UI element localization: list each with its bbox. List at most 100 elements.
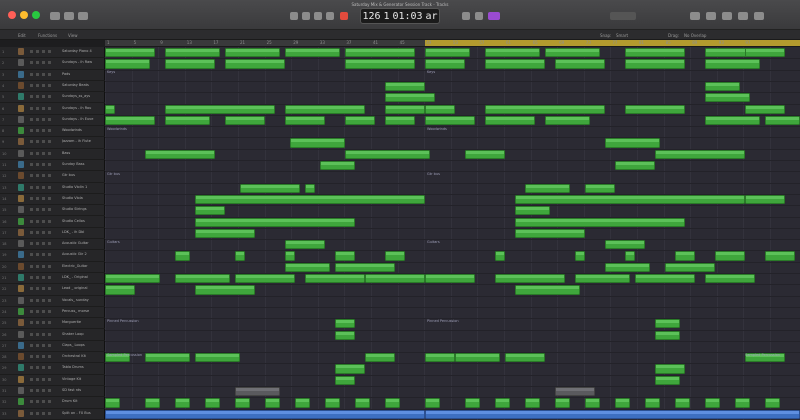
solo-button[interactable] — [36, 264, 39, 268]
record-enable-button[interactable] — [42, 95, 45, 99]
record-enable-button[interactable] — [42, 50, 45, 53]
snap-dropdown[interactable]: Smart — [616, 33, 628, 38]
region[interactable] — [465, 398, 480, 408]
mute-button[interactable] — [30, 411, 33, 415]
solo-button[interactable] — [36, 50, 39, 53]
region[interactable] — [175, 274, 230, 284]
region[interactable] — [285, 48, 340, 58]
record-enable-button[interactable] — [42, 377, 45, 381]
track-header[interactable]: 5 Sundays_ss_ays — [0, 92, 105, 104]
region[interactable] — [385, 251, 405, 261]
record-button[interactable] — [340, 12, 348, 20]
region[interactable] — [765, 251, 795, 261]
region[interactable] — [165, 48, 220, 58]
region[interactable] — [655, 149, 745, 159]
mute-button[interactable] — [30, 366, 33, 370]
track-header[interactable]: 3 Pads — [0, 70, 105, 81]
record-enable-button[interactable] — [42, 185, 45, 189]
region[interactable] — [325, 398, 340, 408]
mute-button[interactable] — [30, 129, 33, 133]
list-editors-icon[interactable] — [706, 12, 716, 20]
region[interactable] — [495, 398, 510, 408]
solo-button[interactable] — [36, 208, 39, 212]
lcd-display[interactable]: 126 1 01:03 ar — [360, 8, 440, 24]
region[interactable] — [320, 161, 355, 171]
track-header[interactable]: 18 Acoustic Guitar — [0, 239, 105, 251]
record-enable-button[interactable] — [42, 355, 45, 359]
track-header[interactable]: 6 Sundays - ih Rou — [0, 104, 105, 115]
region[interactable] — [285, 251, 295, 261]
region[interactable] — [515, 194, 745, 205]
solo-button[interactable] — [36, 298, 39, 302]
track-header[interactable]: 10 Bass — [0, 149, 105, 160]
region[interactable] — [745, 48, 785, 58]
close-window-button[interactable] — [8, 11, 16, 19]
input-monitor-button[interactable] — [48, 332, 51, 336]
input-monitor-button[interactable] — [48, 309, 51, 313]
record-enable-button[interactable] — [42, 298, 45, 302]
region[interactable] — [175, 251, 190, 261]
region[interactable] — [745, 104, 785, 114]
drag-dropdown[interactable]: No Overlap — [684, 33, 706, 38]
solo-button[interactable] — [36, 287, 39, 291]
record-enable-button[interactable] — [42, 219, 45, 223]
region[interactable] — [515, 228, 585, 239]
region[interactable] — [105, 48, 155, 58]
input-monitor-button[interactable] — [48, 343, 51, 347]
region[interactable] — [235, 398, 250, 408]
region[interactable] — [425, 48, 470, 58]
track-header[interactable]: 19 Acoustic Gtr 2 — [0, 250, 105, 262]
notepad-icon[interactable] — [722, 12, 732, 20]
record-enable-button[interactable] — [42, 264, 45, 268]
view-menu[interactable]: View — [68, 33, 78, 38]
record-enable-button[interactable] — [42, 389, 45, 392]
input-monitor-button[interactable] — [48, 140, 51, 144]
input-monitor-button[interactable] — [48, 389, 51, 392]
mute-button[interactable] — [30, 230, 33, 234]
region[interactable] — [195, 285, 255, 295]
region[interactable] — [655, 319, 680, 329]
timeline-ruler[interactable]: 1 5 9 13 17 21 25 29 33 37 41 45 49 53 57 61 65 69 73 77 81 8… — [105, 40, 800, 47]
mute-button[interactable] — [30, 298, 33, 302]
region[interactable] — [765, 115, 800, 126]
region[interactable] — [105, 115, 155, 126]
region[interactable] — [335, 262, 395, 272]
region[interactable] — [385, 115, 415, 126]
region[interactable] — [235, 387, 280, 397]
track-header[interactable]: 11 Sunday Bass — [0, 160, 105, 172]
mute-button[interactable] — [30, 287, 33, 291]
track-header[interactable]: 26 Shaker Loop — [0, 330, 105, 341]
solo-button[interactable] — [36, 400, 39, 404]
region[interactable] — [645, 398, 660, 408]
input-monitor-button[interactable] — [48, 366, 51, 370]
mute-button[interactable] — [30, 72, 33, 76]
region[interactable] — [615, 398, 630, 408]
record-enable-button[interactable] — [42, 117, 45, 121]
region[interactable] — [365, 353, 395, 363]
region[interactable] — [625, 48, 685, 58]
region[interactable] — [105, 398, 120, 408]
region[interactable] — [485, 48, 540, 58]
region[interactable] — [575, 274, 630, 284]
region[interactable] — [145, 353, 190, 363]
region[interactable] — [305, 183, 315, 193]
region[interactable] — [655, 375, 680, 385]
region[interactable] — [545, 115, 590, 126]
mute-button[interactable] — [30, 163, 33, 166]
mute-button[interactable] — [30, 208, 33, 212]
region[interactable] — [265, 398, 280, 408]
region[interactable] — [235, 274, 295, 284]
track-header[interactable]: 4 Saturday Beats — [0, 81, 105, 93]
solo-button[interactable] — [36, 411, 39, 415]
solo-button[interactable] — [36, 174, 39, 178]
input-monitor-button[interactable] — [48, 106, 51, 110]
region[interactable] — [425, 409, 800, 419]
track-header[interactable]: 8 Woodwinds — [0, 126, 105, 138]
record-enable-button[interactable] — [42, 106, 45, 110]
track-header[interactable]: 28 Orchestral Kit — [0, 352, 105, 364]
solo-button[interactable] — [36, 230, 39, 234]
solo-button[interactable] — [36, 61, 39, 65]
mute-button[interactable] — [30, 389, 33, 392]
region[interactable] — [335, 251, 355, 261]
region[interactable] — [225, 59, 285, 69]
